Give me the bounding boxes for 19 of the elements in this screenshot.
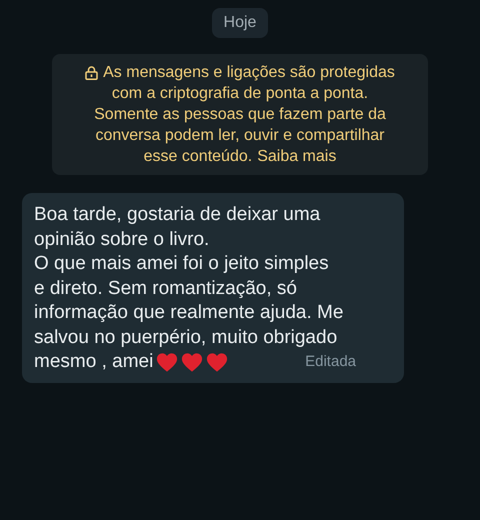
- heart-icon: [206, 352, 228, 373]
- message-text: informação que realmente ajuda. Me: [34, 301, 344, 325]
- notice-text: esse conteúdo.: [144, 147, 252, 167]
- notice-text: As mensagens e ligações são protegidas: [103, 63, 395, 83]
- heart-icon: [181, 352, 204, 373]
- message-text: opinião sobre o livro.: [34, 228, 210, 252]
- heart-icon: [156, 352, 178, 373]
- notice-text: Somente as pessoas que fazem parte da: [94, 105, 386, 125]
- notice-text: com a criptografia de ponta a ponta.: [112, 84, 368, 104]
- edited-label: Editada: [305, 352, 356, 372]
- notice-text: conversa podem ler, ouvir e compartilhar: [95, 126, 385, 146]
- message-text: Boa tarde, gostaria de deixar uma: [34, 203, 320, 227]
- date-chip: Hoje: [212, 8, 268, 38]
- lock-icon: [85, 66, 98, 80]
- message-text: mesmo , amei: [34, 350, 154, 374]
- learn-more-link[interactable]: Saiba mais: [257, 146, 336, 167]
- message-text: salvou no puerpério, muito obrigado: [34, 326, 338, 350]
- message-text: e direto. Sem romantização, só: [34, 276, 297, 300]
- message-text: O que mais amei foi o jeito simples: [34, 252, 329, 276]
